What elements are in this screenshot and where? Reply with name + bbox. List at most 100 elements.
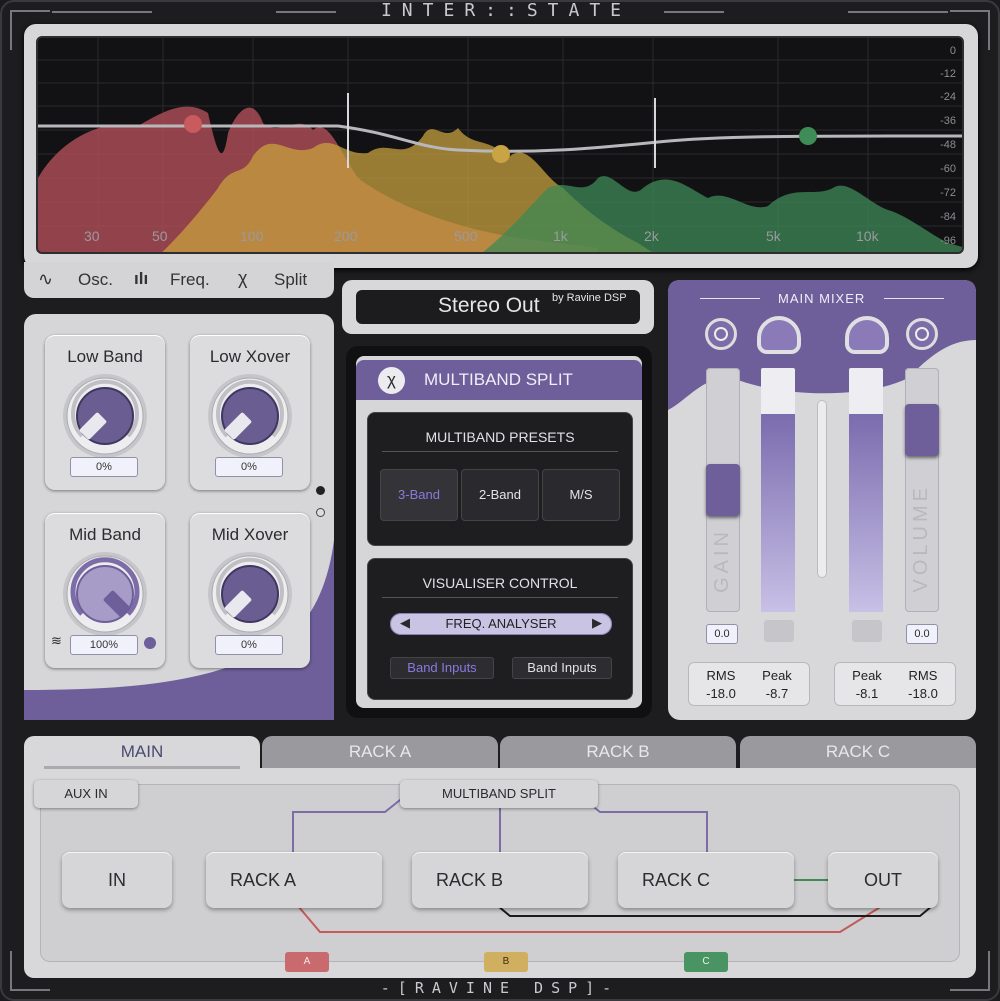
low-band-value[interactable]: 0% <box>70 457 138 477</box>
rack-a-node[interactable]: RACK A <box>206 852 382 908</box>
db-label: -72 <box>940 187 956 199</box>
output-selector[interactable]: Stereo Out by Ravine DSP <box>356 290 640 324</box>
volume-fader[interactable]: VOLUME <box>905 368 939 612</box>
mid-band-value[interactable]: 100% <box>70 635 138 655</box>
db-label: -96 <box>940 235 956 247</box>
gain-value[interactable]: 0.0 <box>706 624 738 644</box>
split-icon[interactable]: χ <box>378 367 405 394</box>
app-title: INTER::STATE <box>380 0 632 21</box>
db-label: 0 <box>949 45 956 57</box>
tab-rack-a[interactable]: RACK A <box>262 736 498 770</box>
multiband-split-node[interactable]: MULTIBAND SPLIT <box>400 780 598 808</box>
low-band-handle <box>184 115 202 133</box>
spectrum-graph <box>38 38 962 252</box>
multiband-title: MULTIBAND SPLIT <box>424 370 573 389</box>
tab-main[interactable]: MAIN <box>24 736 260 770</box>
mixer-title: MAIN MIXER <box>778 291 866 306</box>
gain-fader-handle[interactable] <box>706 464 740 516</box>
out-node[interactable]: OUT <box>828 852 938 908</box>
title-rule <box>52 11 152 13</box>
input-meter <box>761 368 795 612</box>
mid-xover-label: Mid Xover <box>211 525 289 544</box>
tab-split[interactable]: Split <box>274 270 307 290</box>
rack-c-node[interactable]: RACK C <box>618 852 794 908</box>
mid-band-knob[interactable] <box>60 549 150 639</box>
rms-value: -18.0 <box>908 686 938 701</box>
output-stats: Peak RMS -8.1 -18.0 <box>834 662 956 706</box>
balance-slider[interactable] <box>817 400 827 578</box>
low-band-card: Low Band 0% <box>45 335 165 490</box>
headphones-left-icon[interactable] <box>757 316 801 354</box>
frequency-icon: ılı <box>134 269 149 288</box>
split-icon: χ <box>238 268 248 288</box>
mid-xover-knob[interactable] <box>205 549 295 639</box>
low-xover-card: Low Xover 0% <box>190 335 310 490</box>
input-meter-reset[interactable] <box>764 620 794 642</box>
visualiser-mode-label: FREQ. ANALYSER <box>445 616 557 631</box>
visualiser-box: VISUALISER CONTROL ◀ FREQ. ANALYSER ▶ Ba… <box>367 558 633 700</box>
visualiser-title: VISUALISER CONTROL <box>422 575 578 591</box>
peak-value: -8.1 <box>855 686 879 701</box>
tag-a[interactable]: A <box>285 952 329 972</box>
freq-label: 10k <box>856 228 879 244</box>
mid-xover-value[interactable]: 0% <box>215 635 283 655</box>
output-title: Stereo Out <box>438 294 540 317</box>
presets-box: MULTIBAND PRESETS 3-Band 2-Band M/S <box>367 412 633 546</box>
freq-label: 2k <box>644 228 659 244</box>
visualiser-mode-selector[interactable]: ◀ FREQ. ANALYSER ▶ <box>390 613 612 635</box>
tag-b[interactable]: B <box>484 952 528 972</box>
divider <box>382 597 618 598</box>
phase-invert-left-icon[interactable] <box>705 318 737 350</box>
preset-2-band-button[interactable]: 2-Band <box>461 469 539 521</box>
spectrum-analyser[interactable]: 0 -12 -24 -36 -48 -60 -72 -84 -96 30 50 … <box>36 36 964 254</box>
title-rule <box>884 298 944 299</box>
output-meter <box>849 368 883 612</box>
db-label: -60 <box>940 163 956 175</box>
db-label: -24 <box>940 91 956 103</box>
wireless-icon: ≋ <box>51 633 62 648</box>
freq-label: 200 <box>334 228 358 244</box>
title-rule <box>276 11 336 13</box>
low-xover-knob[interactable] <box>205 371 295 461</box>
band-inputs-button-b[interactable]: Band Inputs <box>512 657 612 679</box>
tab-rack-c[interactable]: RACK C <box>740 736 976 770</box>
rack-b-node[interactable]: RACK B <box>412 852 588 908</box>
page-dot-active[interactable] <box>316 486 325 495</box>
phase-invert-right-icon[interactable] <box>906 318 938 350</box>
output-meter-reset[interactable] <box>852 620 882 642</box>
preset-3-band-button[interactable]: 3-Band <box>380 469 458 521</box>
db-label: -12 <box>940 68 956 80</box>
presets-title: MULTIBAND PRESETS <box>425 429 575 445</box>
rms-label: RMS <box>908 668 938 683</box>
divider <box>382 451 618 452</box>
mid-band-indicator <box>144 637 156 649</box>
low-band-label: Low Band <box>67 347 143 366</box>
aux-in-node[interactable]: AUX IN <box>34 780 138 808</box>
volume-value[interactable]: 0.0 <box>906 624 938 644</box>
low-band-knob[interactable] <box>60 371 150 461</box>
in-node[interactable]: IN <box>62 852 172 908</box>
vendor-brand: -[RAVINE DSP]- <box>380 979 620 997</box>
freq-label: 50 <box>152 228 168 244</box>
chevron-right-icon[interactable]: ▶ <box>592 615 602 631</box>
volume-fader-handle[interactable] <box>905 404 939 456</box>
tab-frequency[interactable]: Freq. <box>170 270 210 290</box>
title-rule <box>848 11 948 13</box>
band-inputs-button-a[interactable]: Band Inputs <box>390 657 494 679</box>
gain-fader[interactable]: GAIN <box>706 368 740 612</box>
headphones-right-icon[interactable] <box>845 316 889 354</box>
output-vendor: by Ravine DSP <box>552 292 627 304</box>
title-rule <box>664 11 724 13</box>
page-dot[interactable] <box>316 508 325 517</box>
preset-ms-button[interactable]: M/S <box>542 469 620 521</box>
freq-label: 500 <box>454 228 478 244</box>
low-xover-label: Low Xover <box>209 347 291 366</box>
oscilloscope-icon: ∿ <box>38 269 54 289</box>
tag-c[interactable]: C <box>684 952 728 972</box>
low-xover-value[interactable]: 0% <box>215 457 283 477</box>
input-stats: RMS Peak -18.0 -8.7 <box>688 662 810 706</box>
rms-value: -18.0 <box>706 686 736 701</box>
tab-oscilloscope[interactable]: Osc. <box>78 270 113 290</box>
tab-rack-b[interactable]: RACK B <box>500 736 736 770</box>
freq-label: 1k <box>553 228 568 244</box>
